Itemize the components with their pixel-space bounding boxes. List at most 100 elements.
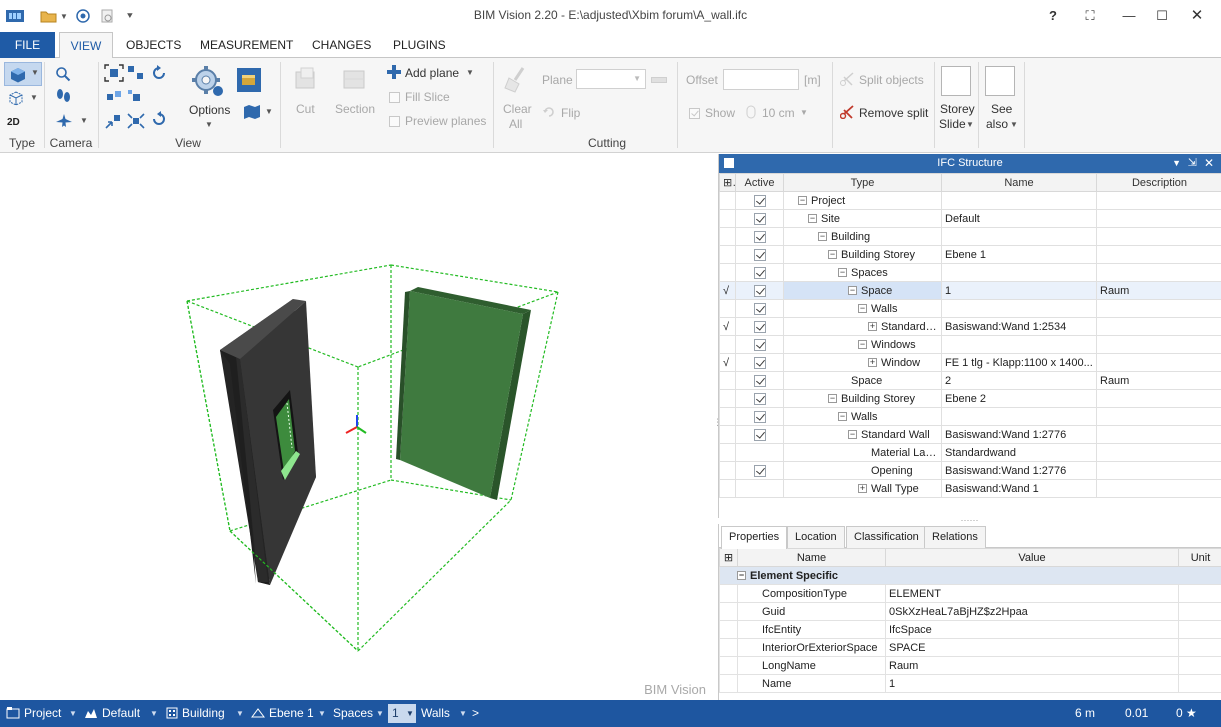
property-category-row[interactable]: − Element Specific bbox=[719, 566, 1221, 585]
expand-toggle-icon[interactable]: + bbox=[868, 358, 877, 368]
view-cubes-icon[interactable] bbox=[126, 64, 146, 82]
tree-row[interactable]: Space 2 Raum bbox=[719, 371, 1221, 390]
dropdown-arrow-icon[interactable]: ▼ bbox=[466, 68, 474, 77]
collapse-toggle-icon[interactable]: − bbox=[848, 286, 857, 296]
close-button[interactable]: ✕ bbox=[1186, 6, 1208, 26]
dark-wall[interactable] bbox=[220, 299, 316, 585]
type-cell[interactable]: − Building bbox=[783, 227, 942, 246]
tab-changes[interactable]: CHANGES bbox=[302, 32, 381, 58]
property-value[interactable]: 0SkXzHeaL7aBjHZ$z2Hpaa bbox=[885, 602, 1179, 621]
type-cell[interactable]: + Window bbox=[783, 353, 942, 372]
display-mode-icon[interactable] bbox=[237, 68, 261, 92]
tree-row[interactable]: √ + Standard WallBasiswand:Wand 1:2534 bbox=[719, 317, 1221, 336]
dropdown-arrow-icon[interactable]: ▼ bbox=[318, 709, 326, 718]
property-value[interactable]: Raum bbox=[885, 656, 1179, 675]
tree-row[interactable]: − Standard Wall Basiswand:Wand 1:2776 bbox=[719, 425, 1221, 444]
dropdown-arrow-icon[interactable]: ▼ bbox=[376, 709, 384, 718]
vertical-splitter-grip[interactable]: ⋮ bbox=[713, 418, 722, 434]
dropdown-arrow-icon[interactable]: ▼ bbox=[69, 709, 77, 718]
tree-row[interactable]: Material Layer Standardwand bbox=[719, 443, 1221, 462]
type-cell[interactable]: Material Layer bbox=[783, 443, 942, 462]
tab-location[interactable]: Location bbox=[787, 526, 845, 548]
see-also-button-line2[interactable]: also bbox=[986, 117, 1008, 131]
green-wall[interactable] bbox=[396, 287, 531, 500]
active-checkbox[interactable] bbox=[753, 248, 766, 261]
active-checkbox[interactable] bbox=[753, 194, 766, 207]
property-row[interactable]: LongName Raum bbox=[719, 656, 1221, 675]
type-cell[interactable]: − Building Storey bbox=[783, 245, 942, 264]
fullscreen-icon[interactable]: ⛶ bbox=[1079, 6, 1101, 26]
column-header-value[interactable]: Value bbox=[885, 548, 1179, 567]
storey-slide-button[interactable]: Storey bbox=[940, 102, 975, 116]
column-header-description[interactable]: Description bbox=[1096, 173, 1221, 192]
active-checkbox[interactable] bbox=[753, 374, 766, 387]
dropdown-arrow-icon[interactable]: ▼ bbox=[1010, 120, 1018, 129]
dropdown-arrow-icon[interactable]: ▼ bbox=[30, 93, 38, 102]
column-header-name[interactable]: Name bbox=[941, 173, 1097, 192]
type-cell[interactable]: − Walls bbox=[783, 407, 942, 426]
active-checkbox[interactable] bbox=[753, 392, 766, 405]
collapse-toggle-icon[interactable]: − bbox=[848, 430, 857, 440]
walk-footsteps-icon[interactable] bbox=[55, 88, 73, 104]
tab-classification[interactable]: Classification bbox=[846, 526, 927, 548]
tree-row[interactable]: − Spaces bbox=[719, 263, 1221, 282]
collapse-toggle-icon[interactable]: − bbox=[808, 214, 817, 224]
iso-view-icon[interactable] bbox=[104, 88, 124, 106]
property-row[interactable]: Name 1 bbox=[719, 674, 1221, 693]
map-icon[interactable] bbox=[243, 105, 261, 119]
type-cell[interactable]: − Space bbox=[783, 281, 942, 300]
help-button[interactable]: ? bbox=[1042, 6, 1064, 26]
column-header-name[interactable]: Name bbox=[737, 548, 886, 567]
tree-row[interactable]: − Site Default bbox=[719, 209, 1221, 228]
active-checkbox[interactable] bbox=[753, 338, 766, 351]
add-plane-button[interactable]: Add plane bbox=[405, 66, 459, 80]
panel-close-icon[interactable]: ✕ bbox=[1204, 154, 1214, 173]
collapse-toggle-icon[interactable]: − bbox=[838, 412, 847, 422]
dropdown-arrow-icon[interactable]: ▼ bbox=[236, 709, 244, 718]
tree-row[interactable]: − Project bbox=[719, 191, 1221, 210]
tree-row[interactable]: + Wall Type Basiswand:Wand 1 bbox=[719, 479, 1221, 498]
dropdown-arrow-icon[interactable]: ▼ bbox=[80, 116, 88, 125]
type-cell[interactable]: − Windows bbox=[783, 335, 942, 354]
panel-pin-icon[interactable]: ⇲ bbox=[1188, 154, 1197, 173]
expand-arrows-icon[interactable] bbox=[126, 112, 146, 130]
tree-row[interactable]: − Windows bbox=[719, 335, 1221, 354]
property-row[interactable]: IfcEntity IfcSpace bbox=[719, 620, 1221, 639]
tree-row[interactable]: √ − Space 1 Raum bbox=[719, 281, 1221, 300]
dropdown-arrow-icon[interactable]: ▼ bbox=[459, 709, 467, 718]
tab-file[interactable]: FILE bbox=[0, 32, 55, 58]
collapse-toggle-icon[interactable]: − bbox=[858, 304, 867, 314]
property-value[interactable]: IfcSpace bbox=[885, 620, 1179, 639]
minimize-button[interactable]: — bbox=[1118, 6, 1140, 26]
collapse-toggle-icon[interactable]: − bbox=[737, 571, 746, 581]
see-also-thumbnail[interactable] bbox=[985, 66, 1015, 96]
storey-slide-thumbnail[interactable] bbox=[941, 66, 971, 96]
add-plane-plus-icon[interactable] bbox=[386, 64, 402, 80]
zoom-extents-icon[interactable] bbox=[104, 64, 124, 82]
type-cell[interactable]: + Standard Wall bbox=[783, 317, 942, 336]
type-cell[interactable]: − Standard Wall bbox=[783, 425, 942, 444]
panel-dropdown-icon[interactable]: ▼ bbox=[1172, 154, 1181, 173]
column-header-active[interactable]: Active bbox=[735, 173, 784, 192]
active-checkbox[interactable] bbox=[753, 410, 766, 423]
tree-row[interactable]: − Building Storey Ebene 1 bbox=[719, 245, 1221, 264]
column-header-unit[interactable]: Unit bbox=[1178, 548, 1221, 567]
dropdown-arrow-icon[interactable]: ▼ bbox=[265, 107, 273, 116]
type-cell[interactable]: Opening bbox=[783, 461, 942, 480]
tree-row[interactable]: − Walls bbox=[719, 299, 1221, 318]
tree-row[interactable]: − Building bbox=[719, 227, 1221, 246]
options-gear-icon[interactable] bbox=[190, 64, 226, 98]
expand-toggle-icon[interactable]: + bbox=[868, 322, 877, 332]
active-checkbox[interactable] bbox=[753, 302, 766, 315]
expand-toggle-icon[interactable]: + bbox=[858, 484, 867, 494]
rotate-left-icon[interactable] bbox=[150, 64, 168, 82]
collapse-toggle-icon[interactable]: − bbox=[858, 340, 867, 350]
tree-row[interactable]: − Building Storey Ebene 2 bbox=[719, 389, 1221, 408]
active-checkbox[interactable] bbox=[753, 230, 766, 243]
tab-relations[interactable]: Relations bbox=[924, 526, 986, 548]
active-checkbox[interactable] bbox=[753, 464, 766, 477]
tab-properties[interactable]: Properties bbox=[721, 526, 788, 549]
collapse-toggle-icon[interactable]: − bbox=[828, 250, 837, 260]
breadcrumb-storey[interactable]: Ebene 1 bbox=[269, 706, 314, 720]
tab-view[interactable]: VIEW bbox=[59, 32, 113, 59]
